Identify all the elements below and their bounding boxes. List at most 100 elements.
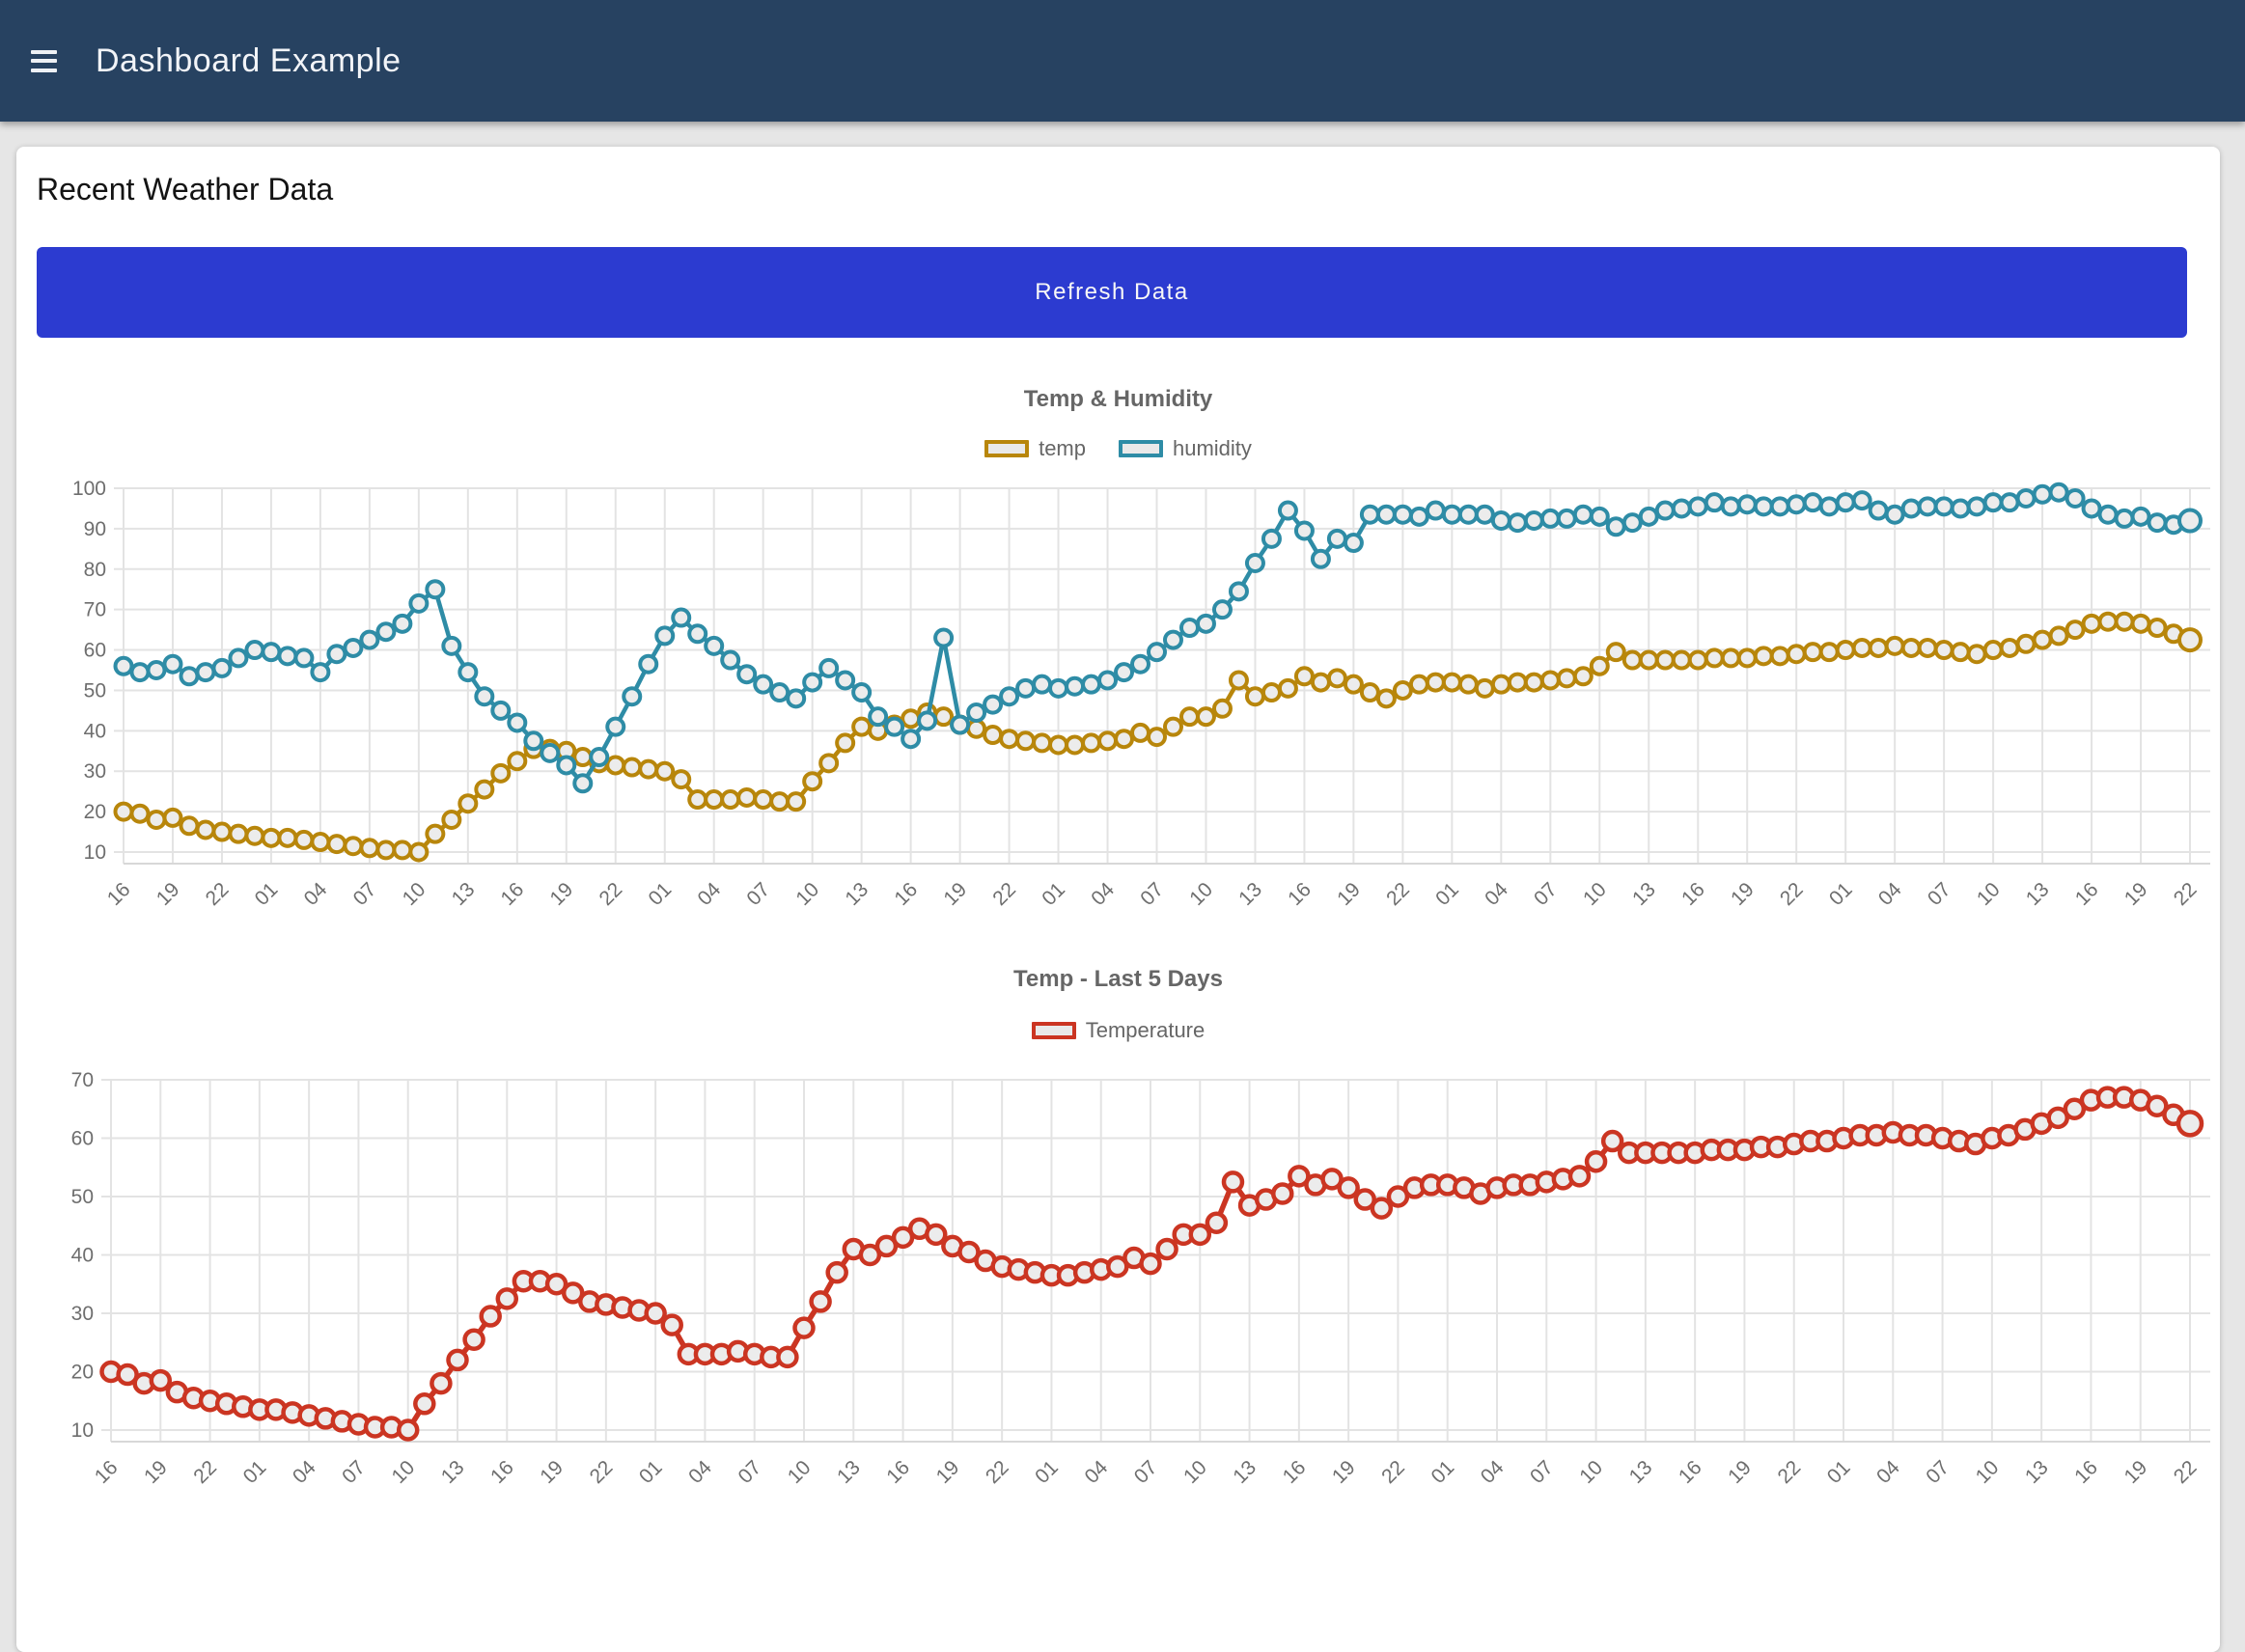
svg-text:16: 16 [497,878,529,910]
page-heading: Recent Weather Data [37,172,333,207]
svg-text:22: 22 [202,878,234,910]
svg-text:07: 07 [1526,1456,1558,1488]
svg-text:01: 01 [1431,878,1463,910]
svg-text:01: 01 [1825,878,1857,910]
svg-text:16: 16 [91,1456,123,1488]
svg-text:01: 01 [1823,1456,1855,1488]
svg-text:01: 01 [239,1456,271,1488]
svg-text:22: 22 [2170,878,2202,910]
legend-item-temp[interactable]: temp [984,436,1086,461]
svg-text:19: 19 [1727,878,1759,910]
svg-text:07: 07 [1530,878,1562,910]
svg-text:04: 04 [684,1456,716,1488]
svg-text:04: 04 [1477,1456,1509,1488]
legend-label: Temperature [1086,1018,1206,1043]
svg-text:10: 10 [1179,1456,1211,1488]
y-axis-labels: 70605040302010 [71,1069,94,1442]
svg-text:10: 10 [784,1456,816,1488]
x-axis-labels: 16 19 22 01 04 07 10 13 16 19 22 01 04 07 10 13 16 19 22 01… [91,1456,2202,1488]
legend-label: temp [1039,436,1086,461]
svg-text:80: 80 [84,559,106,581]
chart-title-temp-humidity: Temp & Humidity [16,386,2220,413]
svg-text:16: 16 [882,1456,914,1488]
svg-text:20: 20 [71,1362,94,1384]
chart-legend-temperature: Temperature [16,1018,2220,1043]
svg-text:04: 04 [1874,878,1906,910]
svg-text:10: 10 [791,878,823,910]
app-header: Dashboard Example [0,0,2245,122]
svg-text:30: 30 [84,760,106,783]
svg-text:60: 60 [71,1128,94,1150]
svg-text:22: 22 [596,878,627,910]
svg-text:13: 13 [437,1456,469,1488]
svg-text:22: 22 [189,1456,221,1488]
svg-text:01: 01 [1038,878,1069,910]
svg-text:04: 04 [693,878,725,910]
svg-text:07: 07 [338,1456,370,1488]
svg-text:10: 10 [399,878,430,910]
svg-text:70: 70 [84,599,106,621]
svg-text:16: 16 [2071,878,2103,910]
svg-text:07: 07 [742,878,774,910]
temperature-chart[interactable]: 7060504030201016192201040710131619220104… [16,1060,2220,1530]
svg-text:07: 07 [1924,878,1955,910]
svg-text:01: 01 [635,1456,667,1488]
svg-text:16: 16 [1279,1456,1311,1488]
svg-text:16: 16 [103,878,135,910]
svg-text:07: 07 [1922,1456,1954,1488]
svg-text:10: 10 [1575,1456,1607,1488]
svg-text:13: 13 [2022,878,2054,910]
svg-text:22: 22 [2170,1456,2202,1488]
svg-text:04: 04 [1087,878,1119,910]
svg-text:70: 70 [71,1069,94,1091]
svg-text:22: 22 [1773,1456,1805,1488]
svg-text:19: 19 [2120,1456,2151,1488]
svg-text:10: 10 [71,1419,94,1442]
legend-item-temperature[interactable]: Temperature [1032,1018,1206,1043]
svg-text:13: 13 [448,878,480,910]
svg-text:22: 22 [586,1456,618,1488]
svg-text:01: 01 [1427,1456,1458,1488]
svg-text:10: 10 [1579,878,1611,910]
svg-text:20: 20 [84,801,106,823]
svg-text:04: 04 [300,878,332,910]
svg-text:10: 10 [1185,878,1217,910]
svg-text:07: 07 [1136,878,1168,910]
svg-text:16: 16 [890,878,922,910]
svg-text:13: 13 [1625,1456,1657,1488]
svg-text:10: 10 [387,1456,419,1488]
svg-text:16: 16 [486,1456,518,1488]
svg-text:13: 13 [1229,1456,1261,1488]
svg-text:19: 19 [140,1456,172,1488]
svg-text:04: 04 [289,1456,320,1488]
hamburger-menu-icon[interactable] [31,50,57,72]
svg-text:22: 22 [1382,878,1414,910]
refresh-data-button[interactable]: Refresh Data [37,247,2187,338]
chart-legend-temp-humidity: temp humidity [16,436,2220,461]
legend-label: humidity [1173,436,1252,461]
svg-text:19: 19 [536,1456,568,1488]
legend-item-humidity[interactable]: humidity [1119,436,1252,461]
svg-text:13: 13 [2021,1456,2053,1488]
svg-text:13: 13 [841,878,873,910]
chart-title-temp-last-5-days: Temp - Last 5 Days [16,966,2220,993]
y-axis-labels: 100908070605040302010 [72,478,106,864]
svg-text:40: 40 [71,1245,94,1267]
svg-text:16: 16 [1677,878,1709,910]
x-axis-labels: 1619220104071013161922010407101316192201… [103,878,2202,910]
temp-humidity-chart[interactable]: 1009080706050403020101619220104071013161… [16,475,2220,938]
svg-text:50: 50 [71,1186,94,1208]
svg-text:19: 19 [1328,1456,1360,1488]
svg-text:19: 19 [939,878,971,910]
svg-text:90: 90 [84,518,106,540]
svg-text:16: 16 [1675,1456,1706,1488]
svg-text:22: 22 [1776,878,1808,910]
svg-text:60: 60 [84,640,106,662]
app-title: Dashboard Example [96,42,402,80]
series-temperature-markers [102,1088,2203,1440]
svg-text:07: 07 [349,878,381,910]
legend-swatch-temp [984,440,1029,457]
svg-text:22: 22 [982,1456,1013,1488]
svg-text:10: 10 [1973,878,2005,910]
svg-text:19: 19 [1724,1456,1756,1488]
